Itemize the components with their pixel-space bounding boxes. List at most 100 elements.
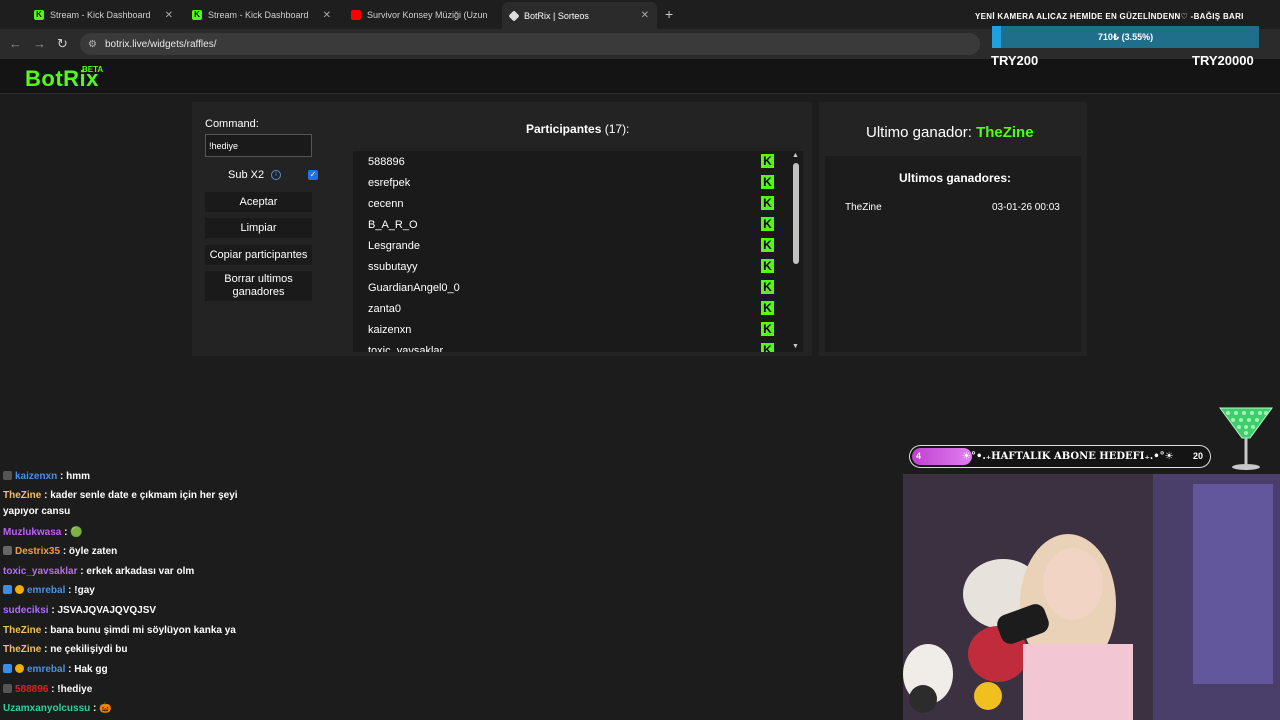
botrix-icon — [508, 9, 520, 22]
close-tab-icon[interactable]: ✕ — [165, 10, 173, 21]
chat-message: sudeciksi : JSVAJQVAJQVQJSV — [3, 605, 156, 616]
participant-name: Lesgrande — [368, 239, 420, 252]
chat-badge-icon — [15, 585, 24, 594]
participant-row: B_A_R_O — [368, 214, 418, 235]
chat-username: emrebal — [27, 664, 66, 675]
kick-badge-icon: K — [761, 301, 774, 315]
last-winner-label: Ultimo ganador: — [866, 124, 972, 141]
chat-badge-icon — [3, 684, 12, 693]
chat-text: : bana bunu şimdi mi söylüyon kanka ya — [44, 625, 236, 636]
new-tab-button[interactable]: + — [665, 6, 673, 22]
tab-title: Survivor Konsey Müziği (Uzun V — [367, 10, 490, 20]
recent-winner-name: TheZine — [845, 202, 882, 213]
command-input[interactable] — [205, 134, 312, 157]
chat-username: Uzamxanyolcussu — [3, 703, 91, 714]
sub-goal-current: 4 — [916, 451, 922, 461]
tab-title: BotRix | Sorteos — [524, 10, 589, 21]
donation-goal-title: YENİ KAMERA ALICAZ HEMİDE EN GÜZELİNDENN… — [975, 12, 1244, 21]
scroll-up-arrow[interactable]: ▲ — [792, 152, 799, 159]
browser-tab[interactable]: Survivor Konsey Müziği (Uzun V — [343, 4, 498, 26]
webcam-feed — [903, 474, 1280, 720]
kick-badge-icon: K — [761, 238, 774, 252]
webcam-image — [903, 474, 1280, 720]
participant-row: esrefpek — [368, 172, 410, 193]
kick-badge-icon: K — [761, 154, 774, 168]
browser-tab[interactable]: K Stream - Kick Dashboard ✕ — [26, 4, 181, 26]
chat-username: sudeciksi — [3, 605, 49, 616]
last-winner-heading: Ultimo ganador: TheZine — [866, 124, 1034, 141]
chat-badge-icon — [3, 664, 12, 673]
chat-badge-icon — [3, 585, 12, 594]
participant-row: kaizenxn — [368, 319, 411, 340]
chat-badge-icon — [15, 664, 24, 673]
scrollbar-thumb[interactable] — [793, 163, 799, 264]
chat-username: TheZine — [3, 490, 42, 501]
kick-badge-icon: K — [761, 196, 774, 210]
close-tab-icon[interactable]: ✕ — [323, 10, 331, 21]
delete-winners-button[interactable]: Borrar ultimos ganadores — [205, 271, 312, 301]
beta-badge: BETA — [82, 65, 104, 74]
participant-row: 588896 — [368, 151, 405, 172]
participant-row: GuardianAngel0_0 — [368, 277, 460, 298]
copy-participants-button[interactable]: Copiar participantes — [205, 245, 312, 265]
participant-row: Lesgrande — [368, 235, 420, 256]
recent-winners-box — [825, 156, 1081, 352]
chat-message: kaizenxn : hmm — [3, 471, 90, 482]
participant-row: zanta0 — [368, 298, 401, 319]
participants-list[interactable]: 588896 K esrefpek K cecenn K B_A_R_O K L… — [353, 151, 803, 352]
browser-tab[interactable]: K Stream - Kick Dashboard ✕ — [184, 4, 339, 26]
kick-badge-icon: K — [761, 259, 774, 273]
chat-text: : öyle zaten — [62, 546, 118, 557]
close-tab-icon[interactable]: ✕ — [641, 10, 649, 21]
chat-message: Destrix35 : öyle zaten — [3, 546, 117, 557]
chat-message: TheZine : ne çekilişiydi bu — [3, 644, 127, 655]
chat-badge-icon — [3, 471, 12, 480]
chat-username: emrebal — [27, 585, 66, 596]
youtube-icon — [351, 10, 361, 20]
clear-button[interactable]: Limpiar — [205, 218, 312, 238]
chat-message: emrebal : Hak gg — [3, 664, 108, 675]
scroll-down-arrow[interactable]: ▼ — [792, 343, 799, 350]
reload-icon[interactable]: ↻ — [57, 36, 68, 52]
donation-progress-bar: 710₺ (3.55%) — [992, 26, 1259, 48]
participant-name: kaizenxn — [368, 323, 412, 336]
kick-icon: K — [192, 10, 202, 20]
forward-icon[interactable]: → — [33, 36, 46, 51]
participant-row: toxic_yavsaklar — [368, 340, 443, 353]
site-header: BotRix BETA — [0, 59, 1280, 94]
sub-x2-label: Sub X2 — [228, 169, 265, 181]
info-icon[interactable]: i — [271, 170, 281, 180]
chat-username: toxic_yavsaklar — [3, 566, 78, 577]
participant-name: esrefpek — [368, 176, 411, 189]
chat-text: : !gay — [68, 585, 95, 596]
chat-username: Destrix35 — [15, 546, 61, 557]
chat-message: toxic_yavsaklar : erkek arkadası var olm — [3, 566, 194, 577]
chat-text: : 🎃 — [93, 703, 112, 714]
participant-row: ssubutayy — [368, 256, 418, 277]
participant-name: cecenn — [368, 197, 404, 210]
participants-title: Participantes (17): — [526, 122, 629, 136]
chat-text: : !hediye — [51, 684, 93, 695]
url-text: botrix.live/widgets/raffles/ — [104, 38, 217, 50]
chat-text: : hmm — [60, 471, 91, 482]
chat-message: 588896 : !hediye — [3, 684, 92, 695]
donation-progress-text: 710₺ (3.55%) — [1097, 32, 1154, 42]
chat-text: : Hak gg — [68, 664, 108, 675]
kick-badge-icon: K — [761, 322, 774, 336]
chat-username: TheZine — [3, 625, 42, 636]
kick-icon: K — [34, 10, 44, 20]
kick-badge-icon: K — [761, 343, 774, 352]
site-settings-icon[interactable]: ⚙ — [88, 39, 97, 50]
sub-x2-checkbox[interactable]: ✓ — [308, 170, 318, 180]
participant-name: ssubutayy — [368, 260, 418, 273]
participant-name: zanta0 — [368, 302, 402, 315]
back-icon[interactable]: ← — [9, 36, 22, 51]
accept-button[interactable]: Aceptar — [205, 192, 312, 212]
url-field[interactable]: ⚙ botrix.live/widgets/raffles/ — [80, 33, 980, 55]
kick-badge-icon: K — [761, 217, 774, 231]
participants-count: (17): — [604, 122, 630, 136]
chat-username: kaizenxn — [15, 471, 58, 482]
browser-tab-active[interactable]: BotRix | Sorteos ✕ — [502, 2, 657, 29]
command-label: Command: — [205, 118, 259, 130]
participant-name: 588896 — [368, 155, 405, 168]
